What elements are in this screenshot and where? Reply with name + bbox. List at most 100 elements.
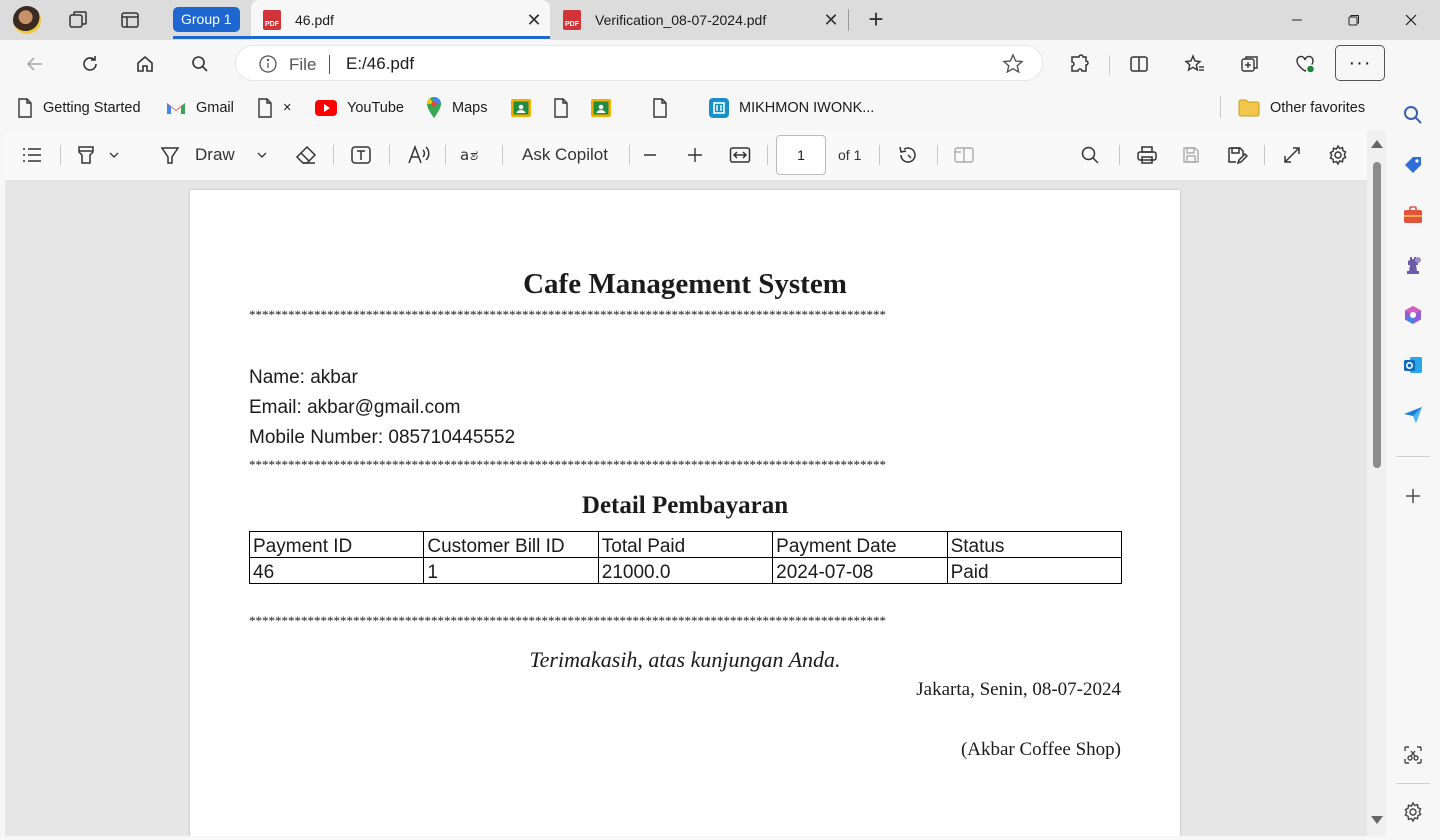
table-row: 46 1 21000.0 2024-07-08 Paid <box>248 557 1123 584</box>
tab-title: 46.pdf <box>295 12 334 28</box>
bookmark-mikhmon[interactable]: MIKHMON IWONK... <box>709 97 874 119</box>
eraser-icon[interactable] <box>294 142 318 168</box>
site-info-icon[interactable] <box>258 54 278 77</box>
games-chess-icon[interactable] <box>1400 252 1426 278</box>
pdf-page: Cafe Management System *****************… <box>190 190 1180 836</box>
add-text-icon[interactable] <box>350 142 372 168</box>
minimize-button[interactable] <box>1268 0 1326 40</box>
bookmark-maps[interactable]: Maps <box>426 97 487 119</box>
rotate-icon[interactable] <box>897 142 919 168</box>
scheme-label: File <box>289 55 317 74</box>
bookmark-youtube[interactable]: YouTube <box>315 97 404 119</box>
bookmark-page-2[interactable] <box>652 97 678 119</box>
vertical-scrollbar[interactable] <box>1367 130 1386 836</box>
tab-46-pdf[interactable]: PDF 46.pdf ✕ <box>251 0 550 40</box>
customer-email: Email: akbar@gmail.com <box>249 397 461 418</box>
fullscreen-icon[interactable] <box>1282 142 1302 168</box>
draw-button[interactable]: Draw <box>159 142 267 168</box>
pdf-toolbar-divider <box>333 145 334 165</box>
read-aloud-icon[interactable] <box>407 142 431 168</box>
page-view-icon <box>953 142 975 168</box>
zoom-in-icon[interactable] <box>687 142 703 168</box>
microsoft365-icon[interactable] <box>1400 302 1426 328</box>
bookmark-label: YouTube <box>347 100 404 116</box>
tab-group-chip[interactable]: Group 1 <box>173 7 240 32</box>
ask-copilot-button[interactable]: Ask Copilot <box>522 142 608 168</box>
search-icon[interactable] <box>184 48 216 80</box>
table-header-cell: Payment ID <box>248 531 425 558</box>
refresh-icon[interactable] <box>74 48 106 80</box>
collections-icon[interactable] <box>1234 48 1266 80</box>
chevron-down-icon <box>257 152 267 158</box>
tab-actions-icon[interactable] <box>118 8 142 32</box>
zoom-out-icon[interactable] <box>643 142 657 168</box>
pdf-toolbar-divider <box>937 145 938 165</box>
bookmark-label: Gmail <box>196 100 234 116</box>
settings-and-more-button[interactable]: ··· <box>1335 45 1385 81</box>
pdf-icon: PDF <box>563 10 581 30</box>
bookmark-getting-started[interactable]: Getting Started <box>17 97 141 119</box>
browser-essentials-icon[interactable] <box>1289 48 1321 80</box>
page-icon <box>258 98 272 118</box>
address-bar[interactable]: File E:/46.pdf <box>235 45 1043 81</box>
address-divider <box>329 55 330 74</box>
screenshot-icon[interactable] <box>1400 742 1426 768</box>
bookmark-gmail[interactable]: Gmail <box>166 97 234 119</box>
print-icon[interactable] <box>1136 142 1158 168</box>
url-text[interactable]: E:/46.pdf <box>346 54 414 74</box>
back-icon[interactable] <box>19 48 51 80</box>
find-search-icon[interactable] <box>1080 142 1100 168</box>
translate-icon[interactable]: aಶ <box>460 142 486 168</box>
add-sidebar-app-icon[interactable] <box>1400 483 1426 509</box>
fit-width-icon[interactable] <box>729 142 751 168</box>
maps-icon <box>427 97 441 118</box>
bookmark-classroom-2[interactable] <box>591 97 621 119</box>
separator-line: ****************************************… <box>249 614 886 628</box>
split-screen-icon[interactable] <box>1123 48 1155 80</box>
profile-avatar[interactable] <box>13 6 41 34</box>
sidebar-search-icon[interactable] <box>1400 102 1426 128</box>
close-tab-icon[interactable]: ✕ <box>815 10 847 31</box>
close-tab-icon[interactable]: ✕ <box>518 10 550 31</box>
pdf-toolbar-divider <box>879 145 880 165</box>
section-title: Detail Pembayaran <box>581 492 789 519</box>
customer-name: Name: akbar <box>249 367 358 388</box>
shopping-tag-icon[interactable] <box>1400 152 1426 178</box>
contents-list-icon[interactable] <box>21 142 43 168</box>
other-favorites[interactable]: Other favorites <box>1238 97 1365 119</box>
table-header-cell: Customer Bill ID <box>423 531 599 558</box>
payment-table: Payment ID Customer Bill ID Total Paid P… <box>248 531 1123 584</box>
tools-briefcase-icon[interactable] <box>1400 202 1426 228</box>
send-paper-plane-icon[interactable] <box>1400 402 1426 428</box>
pdf-settings-icon[interactable] <box>1327 142 1349 168</box>
page-icon <box>18 98 32 118</box>
highlight-button[interactable] <box>75 142 119 168</box>
tab-strip: Group 1 PDF 46.pdf ✕ PDF Verification_08… <box>0 0 1440 40</box>
bookmark-x[interactable]: × <box>257 97 291 119</box>
table-header-row: Payment ID Customer Bill ID Total Paid P… <box>248 531 1123 558</box>
close-window-button[interactable] <box>1382 0 1440 40</box>
scroll-down-arrow[interactable] <box>1371 816 1383 824</box>
folder-icon <box>1238 99 1260 117</box>
sidebar-settings-icon[interactable] <box>1400 799 1426 825</box>
favorite-star-icon[interactable] <box>1002 53 1024 78</box>
extensions-icon[interactable] <box>1063 48 1095 80</box>
pdf-toolbar-divider <box>1264 145 1265 165</box>
save-as-icon[interactable] <box>1226 142 1248 168</box>
outlook-icon[interactable] <box>1400 352 1426 378</box>
pdf-toolbar-divider <box>445 145 446 165</box>
new-tab-button[interactable]: + <box>862 6 890 34</box>
scroll-thumb[interactable] <box>1373 162 1381 468</box>
separator-line: ****************************************… <box>249 308 886 322</box>
restore-button[interactable] <box>1325 0 1383 40</box>
workspaces-icon[interactable] <box>66 8 90 32</box>
tab-verification-pdf[interactable]: PDF Verification_08-07-2024.pdf ✕ <box>551 0 847 40</box>
favorites-icon[interactable] <box>1179 48 1211 80</box>
bookmark-classroom-1[interactable] <box>511 97 541 119</box>
pdf-toolbar-divider <box>1119 145 1120 165</box>
home-icon[interactable] <box>129 48 161 80</box>
page-number-input[interactable]: 1 <box>776 135 826 175</box>
table-cell: Paid <box>946 557 1123 584</box>
scroll-up-arrow[interactable] <box>1371 140 1383 148</box>
bookmark-page-1[interactable] <box>553 97 579 119</box>
